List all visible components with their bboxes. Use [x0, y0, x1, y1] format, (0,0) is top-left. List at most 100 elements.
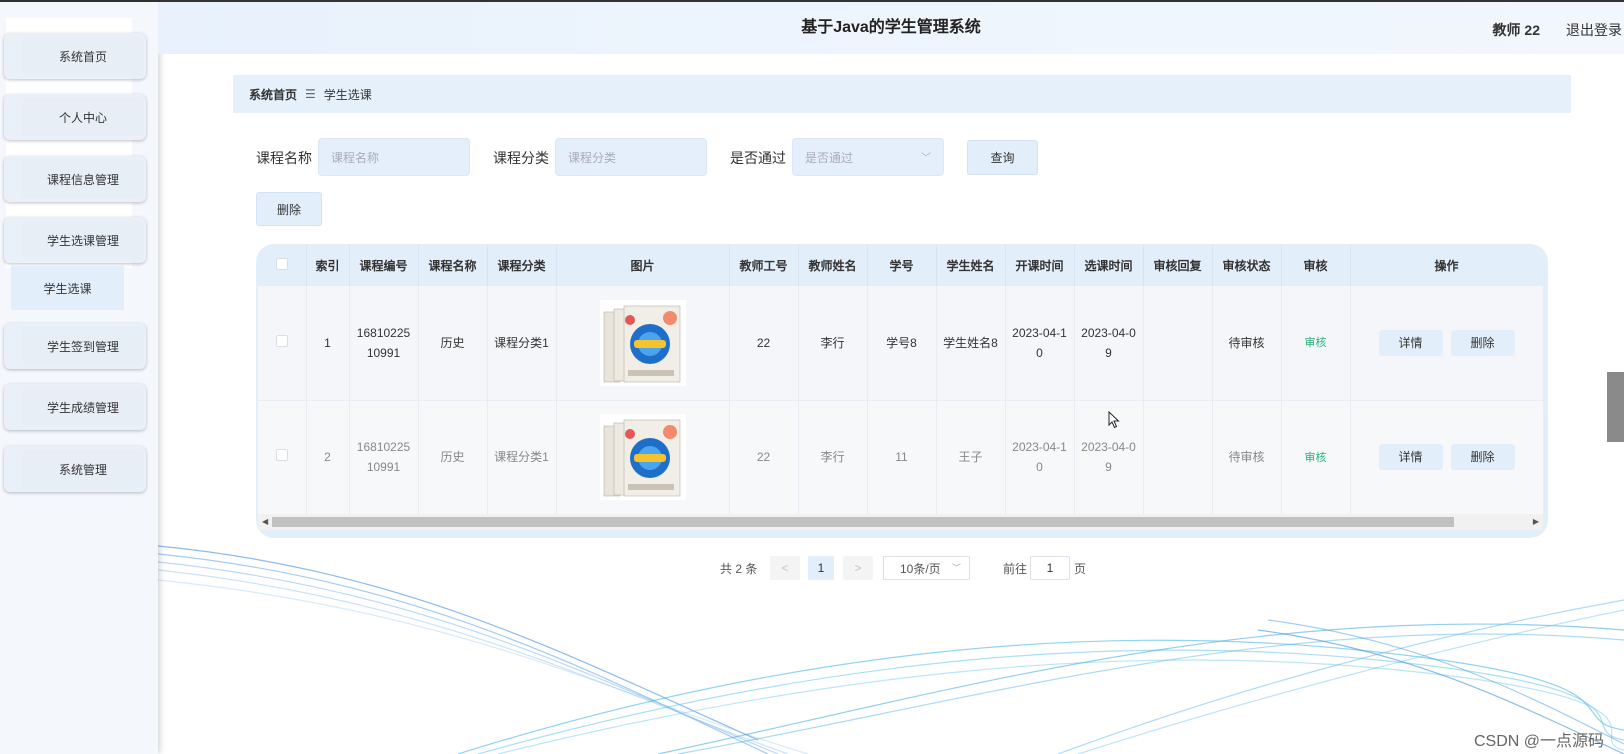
delete-button[interactable]: 删除: [1450, 329, 1515, 356]
course-category-input[interactable]: 课程分类: [555, 138, 707, 176]
batch-delete-button[interactable]: 删除: [256, 192, 322, 226]
current-user: 教师 22: [1492, 22, 1540, 38]
sidebar-item-label: 学生选课管理: [22, 221, 144, 259]
data-table: 索引 课程编号 课程名称 课程分类 图片 教师工号 教师姓名 学号 学生姓名 开…: [256, 244, 1548, 538]
column-header: 审核回复: [1143, 244, 1213, 286]
passed-select-value: 是否通过: [805, 150, 854, 165]
column-header: 课程名称: [418, 244, 488, 286]
row-checkbox[interactable]: [275, 449, 288, 461]
breadcrumb-current: 学生选课: [323, 87, 372, 102]
cell-start-time: 2023-04-10: [1005, 400, 1075, 514]
top-header: 基于Java的学生管理系统 教师 22 退出登录: [158, 2, 1624, 54]
row-checkbox[interactable]: [275, 334, 288, 347]
goto-page-input[interactable]: 1: [1030, 556, 1070, 580]
row-select-cell: [258, 286, 307, 401]
cell-image: [556, 286, 730, 401]
column-header: 开课时间: [1005, 244, 1075, 286]
page-number-current[interactable]: 1: [808, 556, 834, 580]
column-header: 课程分类: [487, 244, 557, 286]
logout-link[interactable]: 退出登录: [1566, 20, 1622, 40]
cell-student-name: 王子: [936, 400, 1006, 514]
select-all-cell: [258, 244, 307, 286]
sidebar-item-home[interactable]: 系统首页: [4, 33, 146, 79]
passed-label: 是否通过: [730, 150, 786, 166]
cell-reply: [1143, 400, 1213, 514]
sidebar-item-attendance[interactable]: 学生签到管理: [4, 323, 146, 369]
scroll-right-arrow-icon[interactable]: ▶: [1533, 517, 1539, 526]
sidebar-item-label: 课程信息管理: [22, 160, 144, 198]
breadcrumb-home[interactable]: 系统首页: [249, 86, 297, 103]
cell-audit: 审核: [1281, 286, 1351, 401]
cell-course-name: 历史: [418, 400, 488, 514]
page-size-value: 10条/页: [900, 561, 941, 576]
page-size-select[interactable]: 10条/页 ﹀: [883, 556, 970, 580]
sidebar-item-course-selection[interactable]: 学生选课管理: [4, 217, 146, 263]
cell-course-no: 1681022510991: [349, 286, 419, 401]
pagination-total: 共 2 条: [720, 561, 758, 576]
cell-index: 2: [306, 400, 350, 514]
sidebar-item-label: 学生成绩管理: [22, 388, 144, 426]
cell-actions: 详情 删除: [1350, 286, 1543, 401]
cell-teacher-name: 李行: [798, 286, 868, 401]
course-category-label: 课程分类: [493, 150, 549, 166]
course-name-label: 课程名称: [256, 150, 312, 166]
sidebar-item-label: 个人中心: [22, 98, 144, 136]
sidebar-item-label: 系统首页: [22, 37, 144, 75]
column-header: 教师姓名: [798, 244, 868, 286]
cell-teacher-no: 22: [729, 400, 799, 514]
mouse-cursor-icon: [1108, 411, 1120, 429]
prev-page-button[interactable]: <: [770, 556, 800, 580]
column-header: 学号: [867, 244, 937, 286]
sidebar-item-profile[interactable]: 个人中心: [4, 94, 146, 140]
column-header: 教师工号: [729, 244, 799, 286]
column-header: 选课时间: [1074, 244, 1144, 286]
vertical-scrollbar-thumb[interactable]: [1607, 372, 1624, 442]
column-header: 索引: [306, 244, 350, 286]
horizontal-scrollbar[interactable]: ◀ ▶: [258, 514, 1543, 530]
table-row: 1 1681022510991 历史 课程分类1 22 李行 学号8 学生姓名8…: [258, 286, 1543, 401]
sidebar-item-label: 系统管理: [22, 450, 144, 488]
cell-reply: [1143, 286, 1213, 401]
watermark: CSDN @一点源码: [1474, 733, 1605, 750]
chevron-down-icon: ﹀: [951, 563, 961, 573]
cell-status: 待审核: [1212, 286, 1282, 401]
cell-status: 待审核: [1212, 400, 1282, 514]
sidebar-item-grades[interactable]: 学生成绩管理: [4, 384, 146, 430]
cell-actions: 详情 删除: [1350, 400, 1543, 514]
select-all-checkbox[interactable]: [275, 257, 288, 270]
sidebar-item-system[interactable]: 系统管理: [4, 446, 146, 492]
detail-button[interactable]: 详情: [1378, 329, 1443, 356]
cell-start-time: 2023-04-10: [1005, 286, 1075, 401]
delete-button[interactable]: 删除: [1450, 444, 1515, 470]
cell-category: 课程分类1: [487, 400, 557, 514]
sidebar-item-label: 学生签到管理: [22, 327, 144, 365]
course-name-input[interactable]: 课程名称: [318, 138, 470, 176]
breadcrumb-separator-icon: ☰: [305, 87, 316, 101]
cell-teacher-no: 22: [729, 286, 799, 401]
cell-student-no: 学号8: [867, 286, 937, 401]
page-suffix: 页: [1074, 561, 1087, 576]
column-header: 课程编号: [349, 244, 419, 286]
cell-audit: 审核: [1281, 400, 1351, 514]
table: 索引 课程编号 课程名称 课程分类 图片 教师工号 教师姓名 学号 学生姓名 开…: [258, 244, 1543, 514]
column-header: 学生姓名: [936, 244, 1006, 286]
cell-course-name: 历史: [418, 286, 488, 401]
sidebar-item-course-info[interactable]: 课程信息管理: [4, 156, 146, 202]
detail-button[interactable]: 详情: [1378, 444, 1443, 470]
sidebar-subitem-student-selection[interactable]: 学生选课: [11, 266, 124, 310]
scroll-left-arrow-icon[interactable]: ◀: [262, 517, 268, 526]
cell-course-no: 1681022510991: [349, 400, 419, 514]
passed-select[interactable]: 是否通过 ﹀: [792, 138, 944, 176]
sidebar: 系统首页 个人中心 课程信息管理 学生选课管理 学生选课 学生签到管理 学生成绩…: [0, 2, 158, 754]
next-page-button[interactable]: >: [843, 556, 873, 580]
scrollbar-thumb[interactable]: [272, 517, 1454, 527]
cell-student-name: 学生姓名8: [936, 286, 1006, 401]
course-book-image[interactable]: [599, 414, 686, 500]
audit-link[interactable]: 审核: [1305, 337, 1327, 349]
column-header: 图片: [556, 244, 730, 286]
audit-link[interactable]: 审核: [1305, 452, 1327, 464]
cell-student-no: 11: [867, 400, 937, 514]
search-button[interactable]: 查询: [967, 140, 1038, 175]
page-title: 基于Java的学生管理系统: [801, 19, 981, 36]
course-book-image[interactable]: [599, 299, 686, 386]
